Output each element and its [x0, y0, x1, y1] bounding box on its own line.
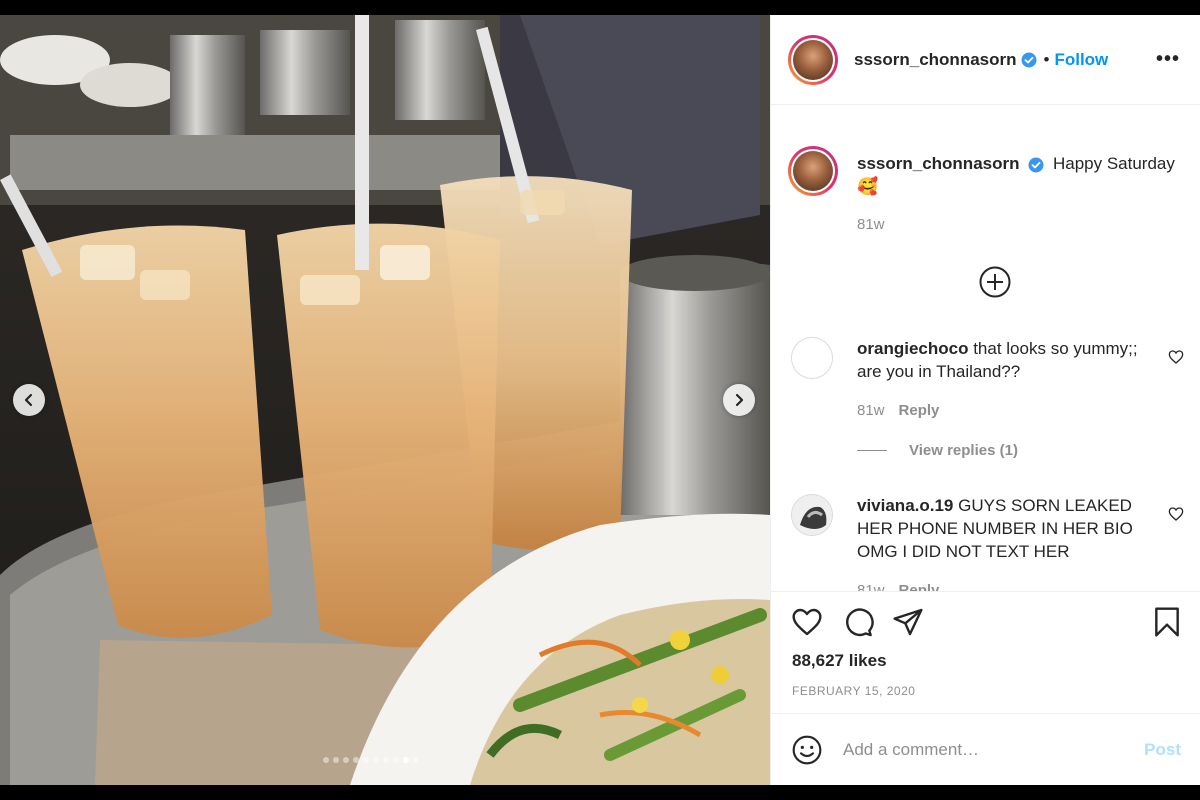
carousel-dot — [363, 757, 369, 763]
comment: orangiechoco that looks so yummy;; are y… — [857, 337, 1153, 383]
caption-username[interactable]: sssorn_chonnasorn — [857, 154, 1020, 173]
author-username[interactable]: sssorn_chonnasorn — [854, 50, 1017, 70]
heart-icon[interactable] — [1168, 506, 1184, 522]
heart-icon[interactable] — [791, 606, 823, 638]
carousel-dot — [333, 757, 339, 763]
carousel-dot — [323, 757, 329, 763]
heart-icon[interactable] — [1168, 349, 1184, 365]
carousel-dot — [403, 757, 409, 763]
carousel-prev-button[interactable] — [13, 384, 45, 416]
post-actions: 88,627 likes FEBRUARY 15, 2020 — [771, 591, 1200, 713]
avatar-image — [792, 495, 832, 535]
comment-input[interactable] — [843, 739, 1145, 760]
share-icon[interactable] — [892, 606, 924, 638]
carousel-dot — [413, 757, 419, 763]
chevron-left-icon — [24, 393, 33, 407]
view-replies-button[interactable]: View replies (1) — [857, 442, 1018, 459]
post-date: FEBRUARY 15, 2020 — [792, 684, 916, 698]
post-modal: sssorn_chonnasorn • Follow ••• sssorn_ch… — [0, 15, 1200, 785]
post-photo — [0, 15, 770, 785]
caption: sssorn_chonnasorn Happy Saturday 🥰 — [857, 152, 1187, 198]
carousel-dot — [343, 757, 349, 763]
add-comment-bar: Post — [771, 713, 1200, 785]
add-circle-icon[interactable] — [979, 266, 1011, 298]
caption-timestamp: 81w — [857, 216, 885, 233]
carousel-dots — [323, 757, 419, 763]
verified-badge-icon — [1028, 157, 1044, 173]
carousel-next-button[interactable] — [723, 384, 755, 416]
carousel-dot — [383, 757, 389, 763]
comment-timestamp: 81w — [857, 402, 885, 419]
comments-list: sssorn_chonnasorn Happy Saturday 🥰 81w o… — [771, 106, 1200, 591]
photo-thai-iced-teas — [0, 15, 770, 785]
comment-timestamp: 81w — [857, 582, 885, 591]
reply-button[interactable]: Reply — [899, 402, 940, 419]
follow-button[interactable]: Follow — [1054, 50, 1108, 70]
header-separator: • — [1043, 49, 1050, 69]
more-options-icon[interactable]: ••• — [1156, 48, 1180, 71]
commenter-avatar[interactable] — [791, 337, 833, 379]
post-side-panel: sssorn_chonnasorn • Follow ••• sssorn_ch… — [770, 15, 1200, 785]
post-header: sssorn_chonnasorn • Follow ••• — [771, 15, 1200, 105]
comment-icon[interactable] — [842, 606, 874, 638]
comment-username[interactable]: orangiechoco — [857, 339, 968, 358]
likes-count[interactable]: 88,627 likes — [792, 651, 887, 671]
chevron-right-icon — [735, 393, 744, 407]
comment-username[interactable]: viviana.o.19 — [857, 496, 953, 515]
commenter-avatar[interactable] — [791, 494, 833, 536]
carousel-dot — [373, 757, 379, 763]
comment-meta: 81w Reply — [857, 402, 939, 419]
reply-button[interactable]: Reply — [899, 582, 940, 591]
carousel-dot — [393, 757, 399, 763]
carousel-dot — [353, 757, 359, 763]
comment: viviana.o.19 GUYS SORN LEAKED HER PHONE … — [857, 494, 1153, 563]
verified-badge-icon — [1021, 52, 1036, 67]
emoji-icon[interactable] — [791, 734, 823, 766]
post-comment-button[interactable]: Post — [1144, 740, 1181, 760]
author-avatar[interactable] — [788, 34, 838, 85]
bookmark-icon[interactable] — [1151, 606, 1183, 638]
caption-avatar[interactable] — [788, 146, 838, 196]
comment-meta: 81w Reply — [857, 582, 939, 591]
